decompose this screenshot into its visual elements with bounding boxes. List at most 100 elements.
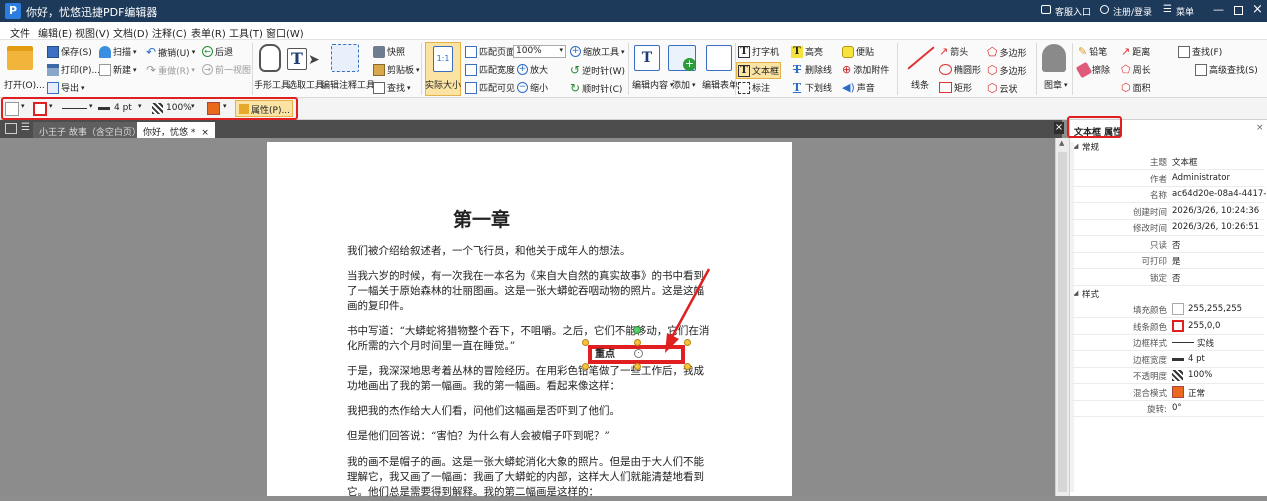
chevron-down-icon[interactable]: ▾ — [191, 102, 195, 110]
textbox-button[interactable]: T 文本框 — [736, 62, 782, 79]
prop-value[interactable]: 2026/3/26, 10:24:36 — [1172, 206, 1259, 216]
rotate-ccw-button[interactable]: ↺ 逆时针(W) — [570, 63, 625, 77]
properties-button[interactable]: 属性(P)... — [235, 100, 293, 117]
pencil-tool-button[interactable]: ✎ 铅笔 — [1078, 45, 1107, 58]
hand-tool-button[interactable]: 手形工具 — [254, 78, 290, 91]
maximize-icon[interactable] — [1234, 6, 1243, 15]
advanced-search-button[interactable]: 高级查找(S) — [1195, 63, 1258, 76]
line-color-swatch[interactable] — [33, 102, 47, 116]
prop-row-locked[interactable]: 锁定否 — [1069, 269, 1267, 286]
prop-row-border-width[interactable]: 边框宽度 4 pt — [1069, 351, 1267, 368]
distance-tool-button[interactable]: ↗ 距离 — [1121, 45, 1150, 58]
chevron-down-icon[interactable]: ▾ — [49, 102, 53, 110]
user-icon[interactable] — [1100, 5, 1109, 14]
forward-button[interactable]: → 前一视图 — [202, 63, 251, 76]
prop-value[interactable]: 否 — [1172, 272, 1181, 284]
prop-value[interactable]: 0° — [1172, 403, 1182, 413]
menu-tools[interactable]: 工具(T) — [229, 25, 263, 40]
fit-width-button[interactable]: 匹配宽度 — [465, 63, 515, 76]
prop-value[interactable]: 实线 — [1197, 337, 1214, 349]
fill-color-swatch[interactable] — [1172, 303, 1184, 315]
prop-value[interactable]: 100% — [1188, 370, 1212, 380]
prop-value[interactable]: ac64d20e-08a4-4417-9331e1... — [1172, 189, 1267, 199]
fill-color-swatch[interactable] — [5, 102, 19, 116]
prop-row-readonly[interactable]: 只读否 — [1069, 236, 1267, 253]
rectangle-tool-button[interactable]: 矩形 — [939, 81, 972, 94]
scroll-up-icon[interactable]: ▲ — [1059, 139, 1064, 147]
pdf-page[interactable]: 第一章 我们被介绍给叙述者，一个飞行员，和他关于成年人的想法。 当我六岁的时候，… — [267, 142, 792, 498]
back-button[interactable]: ← 后退 — [202, 45, 233, 58]
open-folder-icon[interactable] — [7, 46, 33, 70]
zoom-tool-button[interactable]: + 缩放工具 ▾ — [570, 45, 625, 58]
menu-comment[interactable]: 注释(C) — [152, 25, 187, 40]
prop-value[interactable]: 否 — [1172, 239, 1181, 251]
add-button[interactable]: 添加 ▾ — [672, 78, 696, 92]
edit-form-button[interactable]: 编辑表单 — [702, 78, 738, 91]
sound-button[interactable]: ◀) 声音 — [842, 81, 875, 94]
prop-value[interactable]: 255,0,0 — [1188, 321, 1220, 331]
line-tool-button[interactable]: 线条 — [911, 78, 929, 91]
edit-content-button[interactable]: 编辑内容 ▾ — [632, 78, 674, 92]
zoom-in-button[interactable]: + 放大 — [517, 63, 548, 76]
minimize-icon[interactable]: — — [1213, 3, 1224, 16]
polyline-tool-button[interactable]: ⬡ 多边形 — [987, 63, 1027, 77]
new-tab-icon[interactable]: + — [205, 120, 216, 135]
menu-view[interactable]: 视图(V) — [75, 25, 110, 40]
chevron-down-icon[interactable]: ▾ — [223, 102, 227, 110]
close-doc-icon[interactable]: × — [1054, 122, 1064, 134]
chevron-down-icon[interactable]: ▾ — [89, 102, 93, 110]
opacity-value[interactable]: 100% — [166, 103, 192, 113]
vertical-scrollbar[interactable]: ▲ — [1055, 138, 1069, 496]
sticky-note-button[interactable]: 便贴 — [842, 45, 874, 58]
rotate-handle[interactable] — [633, 326, 641, 334]
prop-value[interactable]: 是 — [1172, 255, 1181, 267]
line-style-select[interactable] — [62, 108, 87, 109]
text-select-icon[interactable]: T — [287, 48, 307, 70]
prop-value[interactable]: 2026/3/26, 10:26:51 — [1172, 222, 1259, 232]
resize-handle[interactable] — [684, 363, 691, 370]
tab-hello-youyou[interactable]: 你好，忧悠 * × — [137, 122, 215, 138]
polygon-tool-button[interactable]: ⬠ 多边形 — [987, 45, 1026, 59]
open-button[interactable]: 打开(O)... — [4, 78, 45, 91]
line-icon[interactable] — [907, 46, 935, 70]
arrow-tool-button[interactable]: ↗ 箭头 — [939, 45, 968, 58]
select-tool-button[interactable]: 选取工具 — [288, 78, 324, 91]
highlight-button[interactable]: T 高亮 — [791, 45, 823, 58]
rotate-cw-button[interactable]: ↻ 顺时针(C) — [570, 81, 622, 95]
clipboard-button[interactable]: 剪贴板 ▾ — [373, 63, 420, 76]
ellipse-tool-button[interactable]: 椭圆形 — [939, 63, 981, 76]
hamburger-icon[interactable]: ☰ — [1163, 4, 1172, 15]
search-button[interactable]: 查找(F) — [1178, 45, 1222, 58]
prop-row-name[interactable]: 名称 ac64d20e-08a4-4417-9331e1... — [1069, 186, 1267, 203]
menu-button[interactable]: 菜单 — [1176, 5, 1194, 18]
eraser-tool-button[interactable]: 擦除 — [1075, 61, 1110, 78]
menu-form[interactable]: 表单(R) — [191, 25, 226, 40]
prop-row-rotation[interactable]: 旋转: 0° — [1069, 400, 1267, 417]
redo-button[interactable]: ↷ 重做(R) ▾ — [146, 63, 195, 77]
save-button[interactable]: 保存(S) — [47, 45, 92, 58]
snapshot-button[interactable]: 快照 — [373, 45, 405, 58]
move-handle-icon[interactable]: · — [634, 349, 643, 358]
find-button[interactable]: 查找 ▾ — [373, 81, 411, 94]
line-width-value[interactable]: 4 pt — [114, 103, 132, 113]
new-button[interactable]: 新建 ▾ — [99, 63, 137, 76]
underline-button[interactable]: T 下划线 — [791, 81, 832, 94]
export-button[interactable]: 导出 ▾ — [47, 81, 85, 94]
prop-value[interactable]: Administrator — [1172, 173, 1230, 183]
customer-service-icon[interactable] — [1041, 5, 1051, 14]
zoom-out-button[interactable]: − 缩小 — [517, 81, 548, 94]
prop-row-printable[interactable]: 可打印是 — [1069, 252, 1267, 269]
login-link[interactable]: 注册/登录 — [1113, 5, 1152, 18]
edit-form-icon[interactable] — [706, 45, 732, 71]
panel-close-icon[interactable]: × — [1256, 123, 1264, 133]
resize-handle[interactable] — [582, 339, 589, 346]
menu-edit[interactable]: 编辑(E) — [38, 25, 72, 40]
prop-row-border-style[interactable]: 边框样式 实线 — [1069, 334, 1267, 351]
zoom-select[interactable]: 100% ▾ — [513, 45, 566, 58]
list-icon[interactable]: ☰ — [21, 122, 30, 133]
callout-button[interactable]: 标注 — [738, 81, 770, 94]
edit-content-icon[interactable]: T — [634, 45, 660, 71]
chevron-down-icon[interactable]: ▾ — [21, 102, 25, 110]
prop-row-fill-color[interactable]: 填充颜色 255,255,255 — [1069, 301, 1267, 318]
prop-row-modified[interactable]: 修改时间 2026/3/26, 10:26:51 — [1069, 219, 1267, 236]
